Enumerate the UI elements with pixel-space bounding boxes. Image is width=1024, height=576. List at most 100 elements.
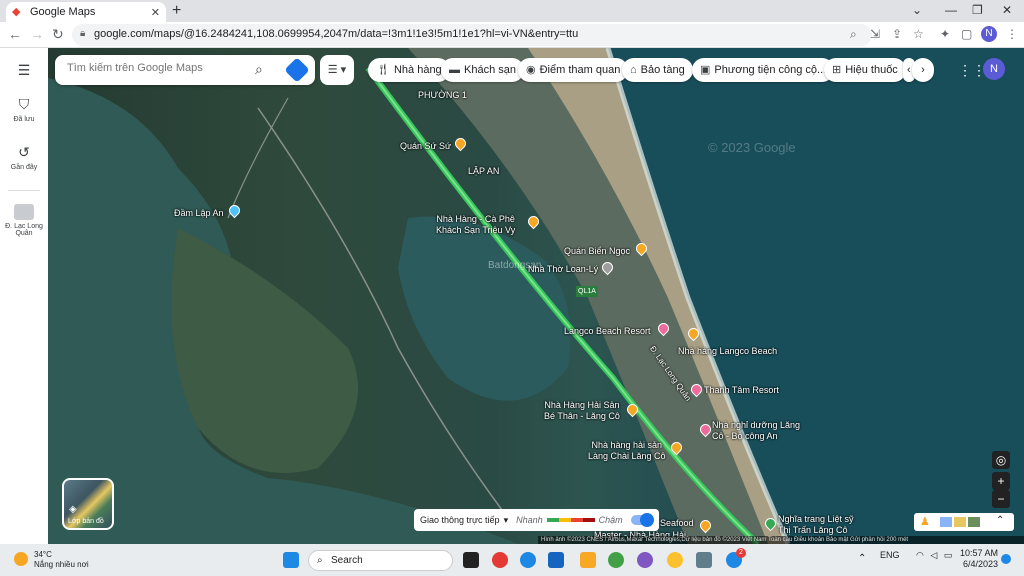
taskbar: 34°C Nắng nhiều nơi ⌕ Search 2 ⌃ ENG ◠ ◁… [0,544,1024,576]
chevron-left-icon: ‹ [907,64,911,76]
windows-start-icon[interactable] [283,552,299,568]
watermark-batdongsan: Batdongsan [488,260,542,271]
battery-icon[interactable]: ▭ [944,550,953,560]
chip-restaurants[interactable]: 🍴︎ Nhà hàng [368,58,450,82]
address-bar[interactable]: 🔒︎ google.com/maps/@16.2484241,108.06999… [72,24,872,46]
chip-attractions[interactable]: ◉ Điểm tham quan [518,58,629,82]
messenger-icon[interactable] [637,552,653,568]
app-icon[interactable] [608,552,624,568]
taskview-icon[interactable] [463,552,479,568]
chip-hotels[interactable]: ▬ Khách sạn [441,58,524,82]
menu-dots-icon[interactable]: ⋮ [1006,27,1018,41]
poi-label[interactable]: Nghĩa trang Liệt sỹ Thị Trấn Lăng Cô [778,514,854,536]
category-menu-button[interactable]: ☰ ▾ [320,55,354,85]
reload-button[interactable]: ↻ [52,26,64,42]
poi-label[interactable]: Seafood [660,518,694,529]
poi-label[interactable]: Nhà hàng hải sản Làng Chài Lăng Cô [588,440,666,462]
clock[interactable]: 10:57 AM 6/4/2023 [960,548,998,570]
layers-button[interactable]: ◈ Lớp bản đồ [62,478,114,530]
poi-label[interactable]: Nhà nghỉ dưỡng Lăng Cô - Bộ công An [712,420,800,442]
sidepanel-icon[interactable]: ▢ [961,27,972,41]
tab-search-icon[interactable]: ⌄ [912,3,922,17]
sidebar-item-recent-place[interactable]: Đ. Lạc Long Quân [0,204,48,237]
zoom-icon[interactable]: ⌕ [850,27,857,42]
wifi-icon[interactable]: ◠ [916,550,924,560]
expand-icon[interactable]: ⌃ [996,515,1004,526]
poi-label[interactable]: Nhà Hàng Hải Sản Bé Thân - Lăng Cô [544,400,620,422]
chip-pharmacy[interactable]: ⊞ Hiệu thuốc [824,58,906,82]
calculator-icon[interactable] [696,552,712,568]
maps-sidebar: ☰ ⛉ Đã lưu ↺ Gần đây Đ. Lạc Long Quân [0,48,48,544]
maps-pin-icon: ◆ [12,6,21,18]
imagery-controls[interactable]: ♟ ⌃ [914,513,1014,531]
search-input[interactable] [67,62,247,74]
poi-label[interactable]: Langco Beach Resort [564,326,651,337]
browser-toolbar: ← → ↻ 🔒︎ google.com/maps/@16.2484241,108… [0,22,1024,48]
system-tray[interactable]: ENG ◠ ◁ ▭ [880,550,952,561]
back-button[interactable]: ← [8,26,22,42]
forward-button[interactable]: → [30,26,44,42]
layers-label: Lớp bản đồ [68,518,104,525]
chrome-icon[interactable] [667,552,683,568]
poi-label[interactable]: Đầm Lập An [174,208,224,219]
dropdown-icon[interactable]: ▾ [504,515,509,526]
maximize-button[interactable]: ❐ [972,3,983,17]
sidebar-item-recent[interactable]: ↺ Gần đây [0,144,48,171]
imagery-thumb-3[interactable] [968,517,980,527]
poi-label-line: Nghĩa trang Liệt sỹ [778,514,854,524]
tab-google-maps[interactable]: ◆ Google Maps ✕ [6,2,166,22]
directions-icon[interactable] [284,57,310,83]
menu-button[interactable]: ☰ [0,62,48,82]
chip-transit[interactable]: ▣ Phương tiện công cộ... [692,58,835,82]
star-icon[interactable]: ☆ [913,27,924,41]
poi-label-line: Nhà hàng hải sản [591,440,663,450]
sidebar-item-saved[interactable]: ⛉ Đã lưu [0,96,48,123]
traffic-color-green [546,518,559,522]
chips-next-button[interactable]: › [912,58,934,82]
chip-label: Khách sạn [464,64,516,76]
traffic-label[interactable]: Giao thông trực tiếp [420,515,500,525]
search-icon[interactable]: ⌕ [255,61,263,78]
traffic-legend[interactable]: Giao thông trực tiếp ▾ Nhanh Chậm [414,509,659,531]
folder-icon[interactable] [580,552,596,568]
pegman-icon[interactable]: ♟ [920,515,930,528]
chip-museums[interactable]: ⌂ Bảo tàng [622,58,693,82]
poi-label[interactable]: Thanh Tâm Resort [704,385,779,396]
install-icon[interactable]: ⇲ [870,27,880,41]
account-avatar[interactable]: N [983,58,1005,80]
edge-icon[interactable] [520,552,536,568]
imagery-thumb-2[interactable] [954,517,966,527]
traffic-toggle[interactable] [630,513,654,527]
minimize-button[interactable]: — [945,3,957,17]
new-tab-button[interactable]: + [172,2,181,20]
watermark: © 2023 Google [708,140,796,155]
poi-label[interactable]: Nhà hàng Langco Beach [678,346,777,357]
share-icon[interactable]: ⇪ [892,27,902,41]
extensions-icon[interactable]: ✦ [940,27,950,41]
url-text[interactable]: google.com/maps/@16.2484241,108.0699954,… [94,28,578,40]
tray-chevron-icon[interactable]: ⌃ [858,553,866,564]
checkmark-app-icon[interactable] [548,552,564,568]
profile-avatar[interactable]: N [981,26,997,42]
map-credits[interactable]: Hình ảnh ©2023 CNES / Airbus,Maxar Techn… [538,536,1024,544]
zoom-in-button[interactable]: + [992,472,1010,490]
my-location-button[interactable]: ◎ [992,451,1010,469]
poi-label[interactable]: Nhà Hàng - Cà Phê Khách Sạn Triệu Vy [436,214,515,236]
satellite-map[interactable]: © 2023 Google PHƯỜNG 1 LẬP AN Quán Sứ Sứ… [48,48,1024,544]
lock-icon[interactable]: 🔒︎ [80,28,85,39]
poi-label[interactable]: Quán Sứ Sứ [400,141,451,152]
hamburger-icon: ☰ [17,62,31,78]
apps-grid-icon[interactable]: ⋮⋮ [958,62,986,79]
volume-icon[interactable]: ◁ [930,550,937,560]
opera-icon[interactable] [492,552,508,568]
notifications-icon[interactable] [1001,554,1011,564]
poi-label[interactable]: Quán Biển Ngọc [564,246,630,257]
close-tab-icon[interactable]: ✕ [151,6,160,19]
close-window-button[interactable]: ✕ [1002,3,1012,17]
taskbar-search[interactable]: ⌕ Search [308,550,453,571]
search-box[interactable]: ⌕ [55,55,315,85]
imagery-thumb-1[interactable] [940,517,952,527]
notification-badge: 2 [736,548,746,558]
language-indicator[interactable]: ENG [880,550,900,560]
zoom-out-button[interactable]: − [992,490,1010,508]
